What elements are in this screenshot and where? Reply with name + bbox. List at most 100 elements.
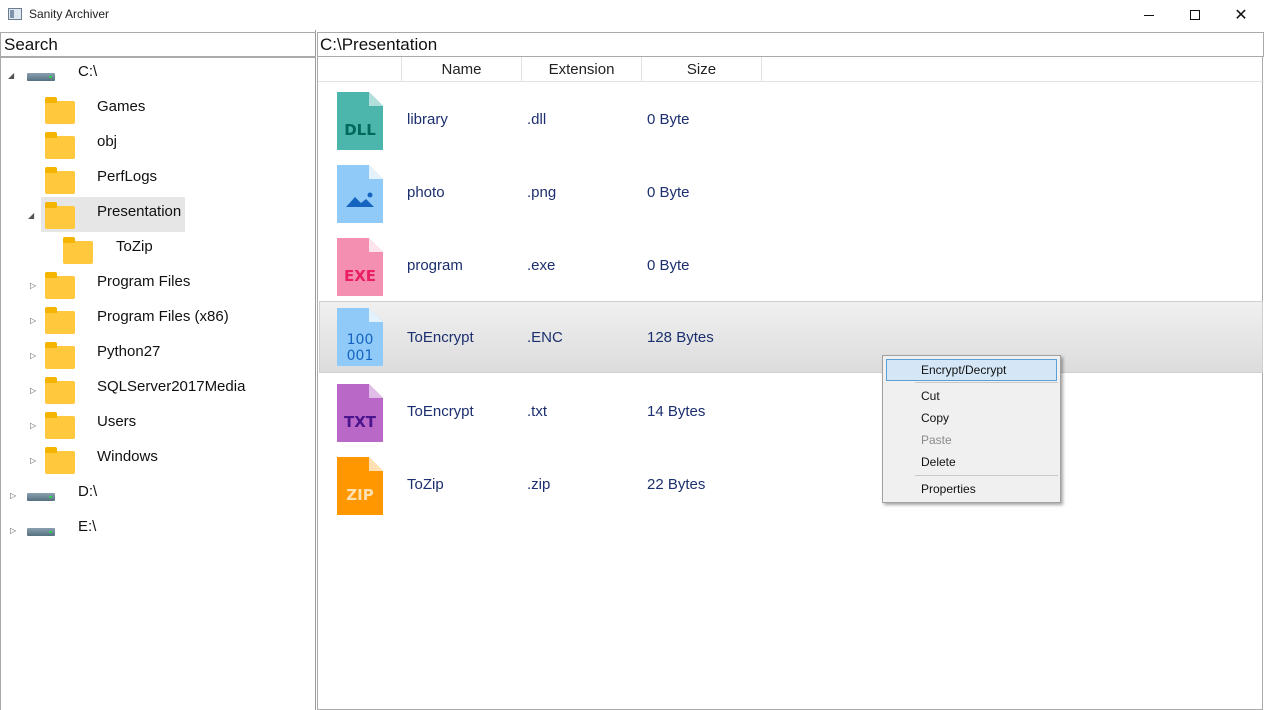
- collapsed-arrow-icon[interactable]: ▷: [30, 316, 36, 325]
- menu-separator: [915, 382, 1058, 383]
- tree-item-label: D:\: [78, 483, 98, 500]
- svg-text:TXT: TXT: [344, 413, 377, 431]
- tree-item-label: Presentation: [97, 203, 182, 220]
- folder-icon: [45, 377, 75, 404]
- collapsed-arrow-icon[interactable]: ▷: [30, 351, 36, 360]
- tree-item-obj[interactable]: obj: [1, 128, 317, 163]
- tree-item-program-files-x86[interactable]: ▷ Program Files (x86): [1, 303, 317, 338]
- tree-item-perflogs[interactable]: PerfLogs: [1, 163, 317, 198]
- column-header-extension[interactable]: Extension: [522, 57, 642, 82]
- file-extension: .zip: [527, 476, 551, 493]
- expanded-arrow-icon[interactable]: ◢: [28, 211, 34, 220]
- column-header-icon[interactable]: [318, 57, 402, 82]
- tree-item-label: C:\: [78, 63, 98, 80]
- collapsed-arrow-icon[interactable]: ▷: [30, 456, 36, 465]
- close-icon: ✕: [1234, 7, 1248, 24]
- tree-item-python27[interactable]: ▷ Python27: [1, 338, 317, 373]
- file-name: ToEncrypt: [407, 329, 474, 346]
- file-row[interactable]: DLL library .dll 0 Byte: [319, 84, 1263, 156]
- column-header-row: Name Extension Size: [318, 57, 1264, 82]
- tree-item-label: obj: [97, 133, 118, 150]
- svg-text:EXE: EXE: [344, 267, 376, 285]
- folder-icon: [45, 412, 75, 439]
- tree-item-label: E:\: [78, 518, 97, 535]
- tree-item-label: ToZip: [116, 238, 153, 255]
- window-title: Sanity Archiver: [29, 7, 110, 21]
- left-panel: Search ◢ C:\ Games obj PerfLogs ◢ Presen…: [0, 30, 316, 710]
- svg-text:ZIP: ZIP: [346, 486, 373, 504]
- file-row[interactable]: ZIP ToZip .zip 22 Bytes: [319, 449, 1263, 521]
- file-size: 128 Bytes: [647, 329, 714, 346]
- collapsed-arrow-icon[interactable]: ▷: [10, 526, 16, 535]
- exe-file-icon: EXE: [337, 238, 383, 296]
- path-field[interactable]: C:\Presentation: [317, 32, 1264, 57]
- file-row-selected[interactable]: 100 001 ToEncrypt .ENC 128 Bytes: [319, 301, 1263, 373]
- file-row[interactable]: photo .png 0 Byte: [319, 157, 1263, 229]
- title-bar: Sanity Archiver ✕: [0, 0, 1264, 30]
- tree-item-label: Program Files (x86): [97, 308, 229, 325]
- menu-item-properties[interactable]: Properties: [886, 478, 1057, 500]
- file-row[interactable]: EXE program .exe 0 Byte: [319, 230, 1263, 302]
- expanded-arrow-icon[interactable]: ◢: [8, 71, 14, 80]
- folder-icon: [45, 307, 75, 334]
- menu-item-delete[interactable]: Delete: [886, 451, 1057, 473]
- menu-item-encrypt-decrypt[interactable]: Encrypt/Decrypt: [886, 359, 1057, 381]
- maximize-icon: [1190, 10, 1200, 20]
- file-list[interactable]: Name Extension Size DLL library .dll 0 B…: [317, 57, 1264, 710]
- context-menu: Encrypt/Decrypt Cut Copy Paste Delete Pr…: [882, 355, 1061, 503]
- file-name: library: [407, 111, 448, 128]
- folder-icon: [45, 97, 75, 124]
- folder-icon: [45, 202, 75, 229]
- tree-item-games[interactable]: Games: [1, 93, 317, 128]
- file-size: 0 Byte: [647, 184, 690, 201]
- file-extension: .dll: [527, 111, 547, 128]
- column-header-name[interactable]: Name: [402, 57, 522, 82]
- maximize-button[interactable]: [1172, 0, 1218, 30]
- folder-icon: [45, 272, 75, 299]
- dll-file-icon: DLL: [337, 92, 383, 150]
- close-button[interactable]: ✕: [1218, 0, 1264, 30]
- folder-tree[interactable]: ◢ C:\ Games obj PerfLogs ◢ Presentation …: [0, 57, 316, 710]
- tree-item-drive-e[interactable]: ▷ E:\: [1, 513, 317, 548]
- tree-item-drive-c[interactable]: ◢ C:\: [1, 58, 317, 93]
- menu-item-paste: Paste: [921, 433, 952, 447]
- collapsed-arrow-icon[interactable]: ▷: [30, 386, 36, 395]
- folder-icon: [45, 342, 75, 369]
- tree-item-windows[interactable]: ▷ Windows: [1, 443, 317, 478]
- file-size: 0 Byte: [647, 111, 690, 128]
- tree-item-label: Program Files: [97, 273, 191, 290]
- tree-item-tozip[interactable]: ToZip: [1, 233, 317, 268]
- file-size: 0 Byte: [647, 257, 690, 274]
- file-row[interactable]: TXT ToEncrypt .txt 14 Bytes: [319, 376, 1263, 448]
- svg-text:100: 100: [347, 332, 374, 348]
- search-field[interactable]: Search: [0, 32, 316, 57]
- tree-item-drive-d[interactable]: ▷ D:\: [1, 478, 317, 513]
- tree-item-sqlserver[interactable]: ▷ SQLServer2017Media: [1, 373, 317, 408]
- menu-item-copy[interactable]: Copy: [886, 407, 1057, 429]
- file-size: 22 Bytes: [647, 476, 706, 493]
- file-extension: .png: [527, 184, 557, 201]
- file-size: 14 Bytes: [647, 403, 706, 420]
- tree-item-users[interactable]: ▷ Users: [1, 408, 317, 443]
- collapsed-arrow-icon[interactable]: ▷: [30, 421, 36, 430]
- column-header-size[interactable]: Size: [642, 57, 762, 82]
- tree-item-label: Python27: [97, 343, 161, 360]
- zip-file-icon: ZIP: [337, 457, 383, 515]
- drive-icon: [27, 493, 55, 501]
- folder-icon: [45, 132, 75, 159]
- tree-item-label: PerfLogs: [97, 168, 158, 185]
- svg-text:001: 001: [347, 348, 374, 364]
- tree-item-presentation[interactable]: ◢ Presentation: [1, 198, 317, 233]
- minimize-button[interactable]: [1126, 0, 1172, 30]
- folder-icon: [63, 237, 93, 264]
- app-icon: [8, 8, 22, 20]
- minimize-icon: [1144, 14, 1154, 16]
- menu-item-cut[interactable]: Cut: [886, 385, 1057, 407]
- file-name: ToZip: [407, 476, 444, 493]
- collapsed-arrow-icon[interactable]: ▷: [30, 281, 36, 290]
- collapsed-arrow-icon[interactable]: ▷: [10, 491, 16, 500]
- menu-separator: [915, 475, 1058, 476]
- tree-item-label: SQLServer2017Media: [97, 378, 246, 395]
- tree-item-label: Games: [97, 98, 146, 115]
- tree-item-program-files[interactable]: ▷ Program Files: [1, 268, 317, 303]
